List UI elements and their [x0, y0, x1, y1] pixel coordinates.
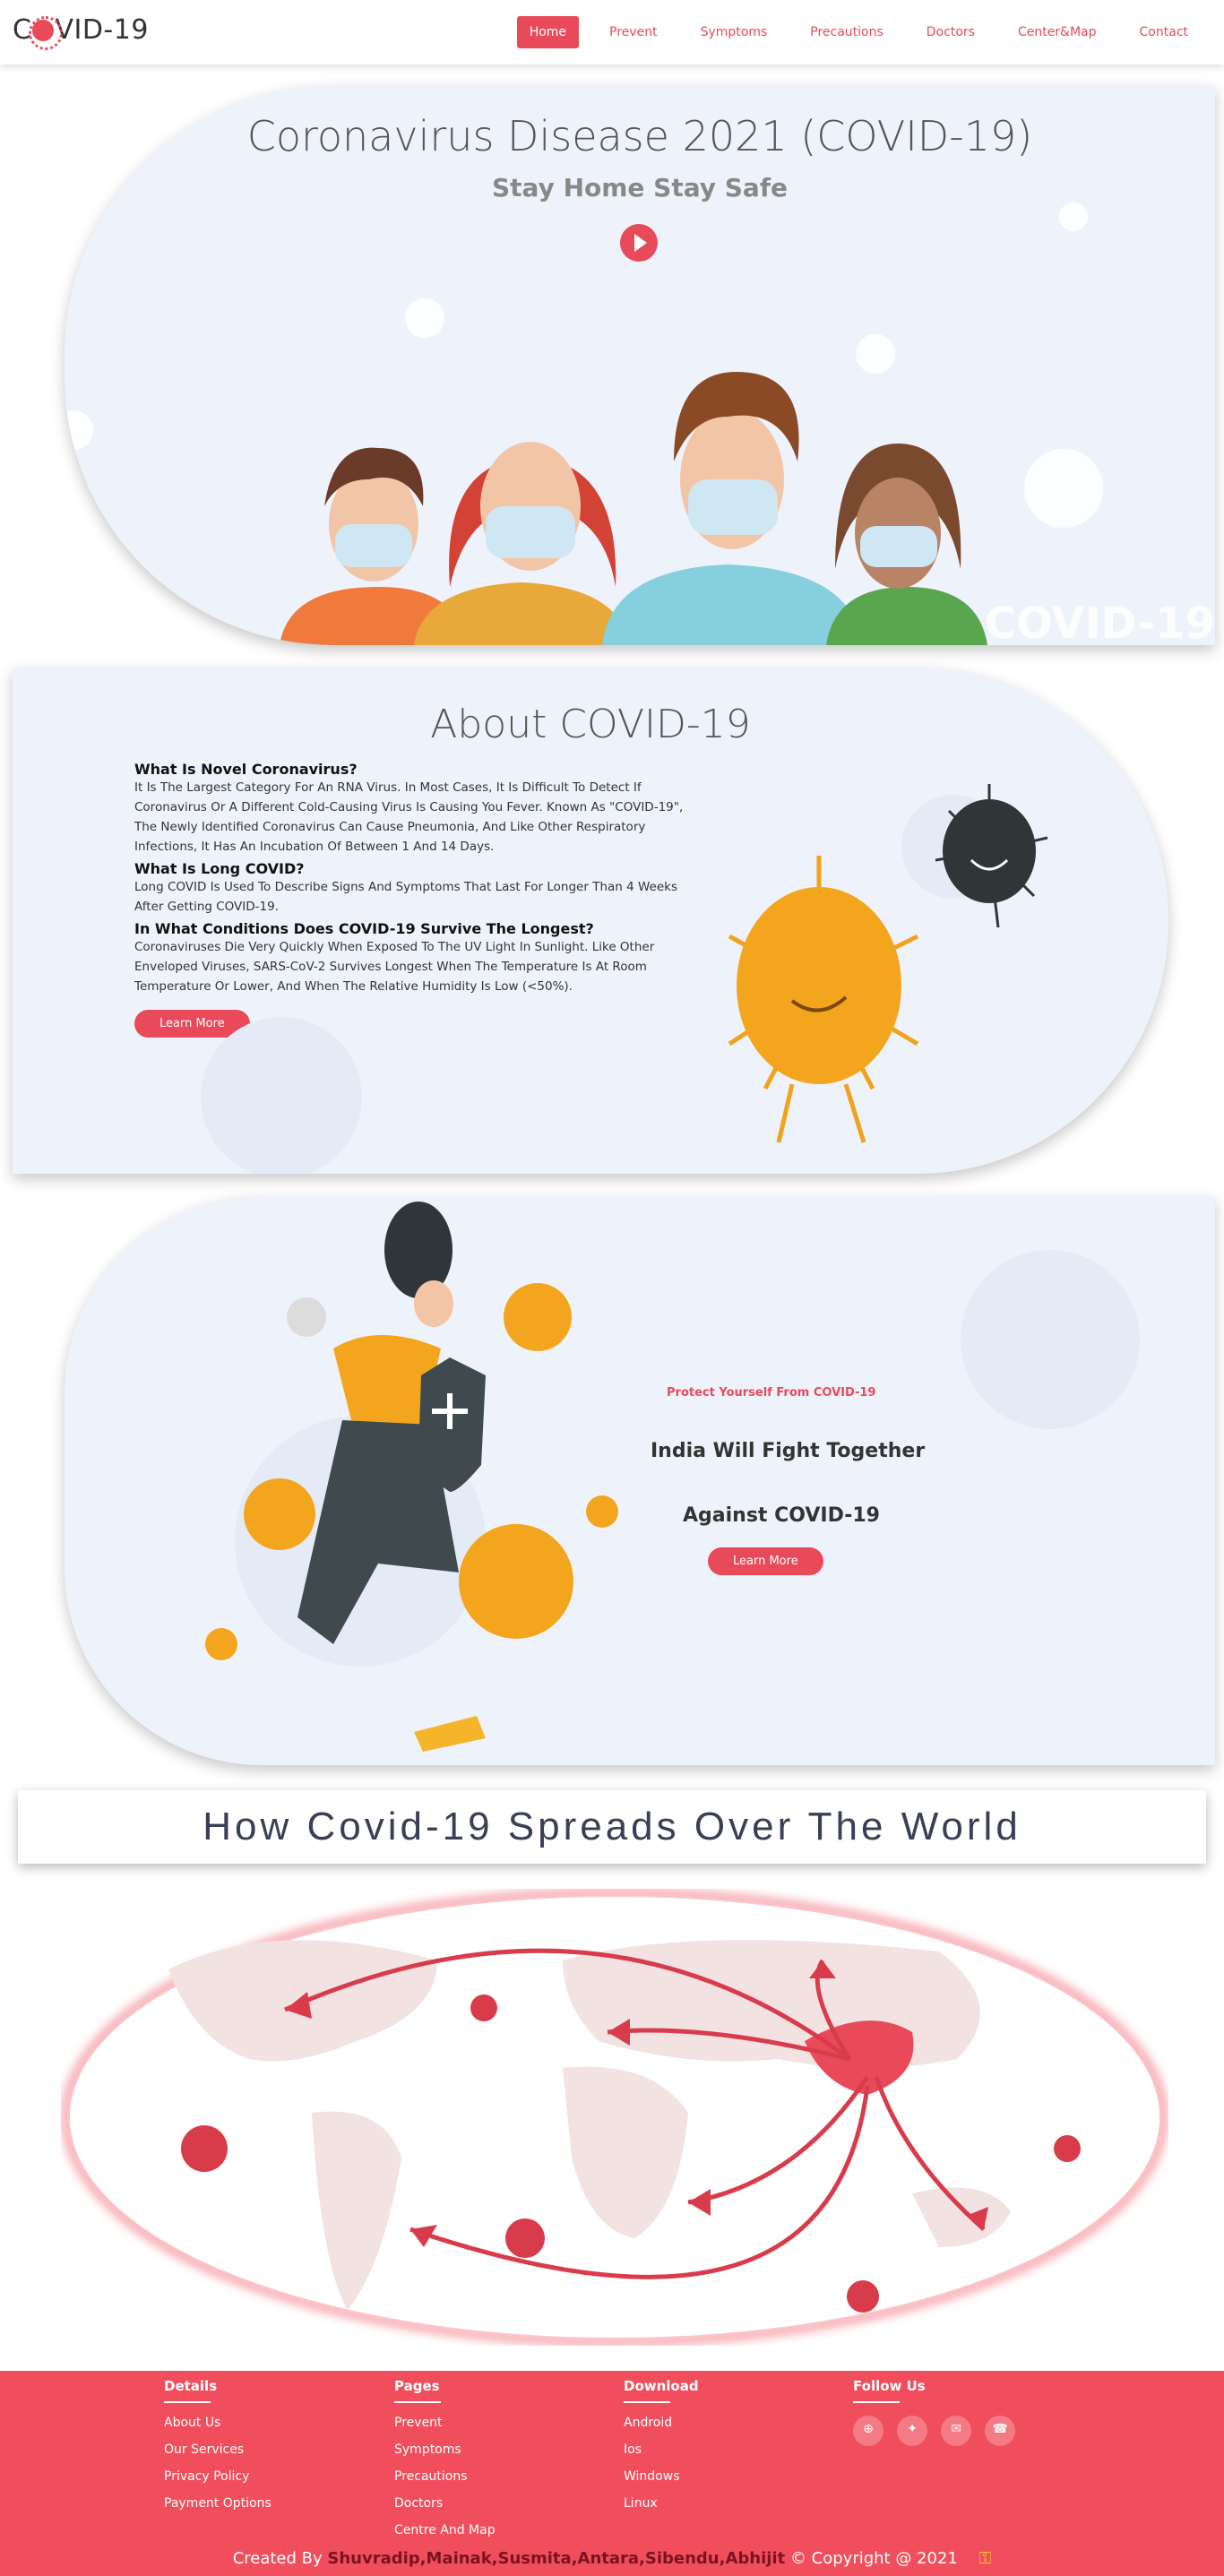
protect-heading-2: Against COVID-19 [683, 1504, 880, 1527]
nav-center-map[interactable]: Center&Map [1005, 16, 1109, 48]
protect-tagline: Protect Yourself From COVID-19 [667, 1386, 876, 1400]
footer-link-doctors[interactable]: Doctors [394, 2496, 591, 2511]
footer-link-precautions[interactable]: Precautions [394, 2469, 591, 2484]
footer-link-ios[interactable]: Ios [624, 2442, 821, 2457]
spread-title-card: How Covid-19 Spreads Over The World [18, 1790, 1206, 1864]
footer-link-about-us[interactable]: About Us [164, 2416, 361, 2430]
mail-icon[interactable]: ✉ [941, 2416, 972, 2446]
twitter-icon[interactable]: ✦ [897, 2416, 928, 2446]
credits-copyright: © Copyright @ 2021 [789, 2549, 958, 2568]
footer-link-android[interactable]: Android [624, 2416, 821, 2430]
hero-watermark: COVID-19 [984, 599, 1215, 645]
credits-names: Shuvradip,Mainak,Susmita,Antara,Sibendu,… [327, 2549, 786, 2568]
key-icon: ⚿ [978, 2549, 992, 2568]
phone-icon[interactable]: ☎ [985, 2416, 1016, 2446]
virus-characters-illustration [201, 784, 1048, 1174]
footer-divider [624, 2401, 670, 2403]
footer: Details About Us Our Services Privacy Po… [0, 2371, 1224, 2576]
protect-section: Protect Yourself From COVID-19 India Wil… [65, 1196, 1215, 1765]
nav-home[interactable]: Home [516, 16, 580, 48]
footer-divider [164, 2401, 211, 2403]
shield-hero-illustration [205, 1202, 1140, 1752]
nav-doctors[interactable]: Doctors [914, 16, 987, 48]
footer-follow-heading: Follow Us [853, 2378, 926, 2394]
footer-divider [853, 2401, 900, 2403]
footer-link-our-services[interactable]: Our Services [164, 2442, 361, 2457]
navbar: C VID-19 Home Prevent Symptoms Precaution… [0, 0, 1224, 65]
footer-link-prevent[interactable]: Prevent [394, 2416, 591, 2430]
footer-pages-column: Pages Prevent Symptoms Precautions Docto… [394, 2378, 591, 2550]
nav-symptoms[interactable]: Symptoms [688, 16, 780, 48]
nav-links: Home Prevent Symptoms Precautions Doctor… [504, 16, 1201, 48]
footer-follow-column: Follow Us ⊕ ✦ ✉ ☎ [853, 2378, 1050, 2450]
virus-logo-icon [29, 16, 64, 50]
footer-pages-heading: Pages [394, 2378, 440, 2394]
masked-people-illustration [65, 202, 1103, 645]
footer-download-heading: Download [624, 2378, 699, 2394]
footer-link-windows[interactable]: Windows [624, 2469, 821, 2484]
footer-link-symptoms[interactable]: Symptoms [394, 2442, 591, 2457]
footer-divider [394, 2401, 441, 2403]
nav-precautions[interactable]: Precautions [797, 16, 896, 48]
site-logo[interactable]: C VID-19 [13, 14, 149, 50]
nav-contact[interactable]: Contact [1127, 16, 1201, 48]
footer-link-centre-and-map[interactable]: Centre And Map [394, 2523, 591, 2537]
footer-credits: Created By Shuvradip,Mainak,Susmita,Anta… [0, 2549, 1224, 2568]
footer-details-heading: Details [164, 2378, 218, 2394]
footer-details-column: Details About Us Our Services Privacy Po… [164, 2378, 361, 2523]
footer-link-privacy-policy[interactable]: Privacy Policy [164, 2469, 361, 2484]
spread-title: How Covid-19 Spreads Over The World [203, 1805, 1021, 1848]
about-section: About COVID-19 What Is Novel Coronavirus… [13, 668, 1168, 1174]
footer-download-column: Download Android Ios Windows Linux [624, 2378, 821, 2523]
credits-prefix: Created By [232, 2549, 323, 2568]
protect-learn-more-button[interactable]: Learn More [708, 1547, 823, 1575]
nav-prevent[interactable]: Prevent [597, 16, 670, 48]
hero-section: Coronavirus Disease 2021 (COVID-19) Stay… [65, 85, 1215, 645]
world-map-illustration [64, 1891, 1166, 2344]
footer-link-payment-options[interactable]: Payment Options [164, 2496, 361, 2511]
footer-link-linux[interactable]: Linux [624, 2496, 821, 2511]
protect-heading-1: India Will Fight Together [651, 1440, 926, 1462]
globe-icon[interactable]: ⊕ [853, 2416, 884, 2446]
world-spread-map [61, 1889, 1168, 2346]
